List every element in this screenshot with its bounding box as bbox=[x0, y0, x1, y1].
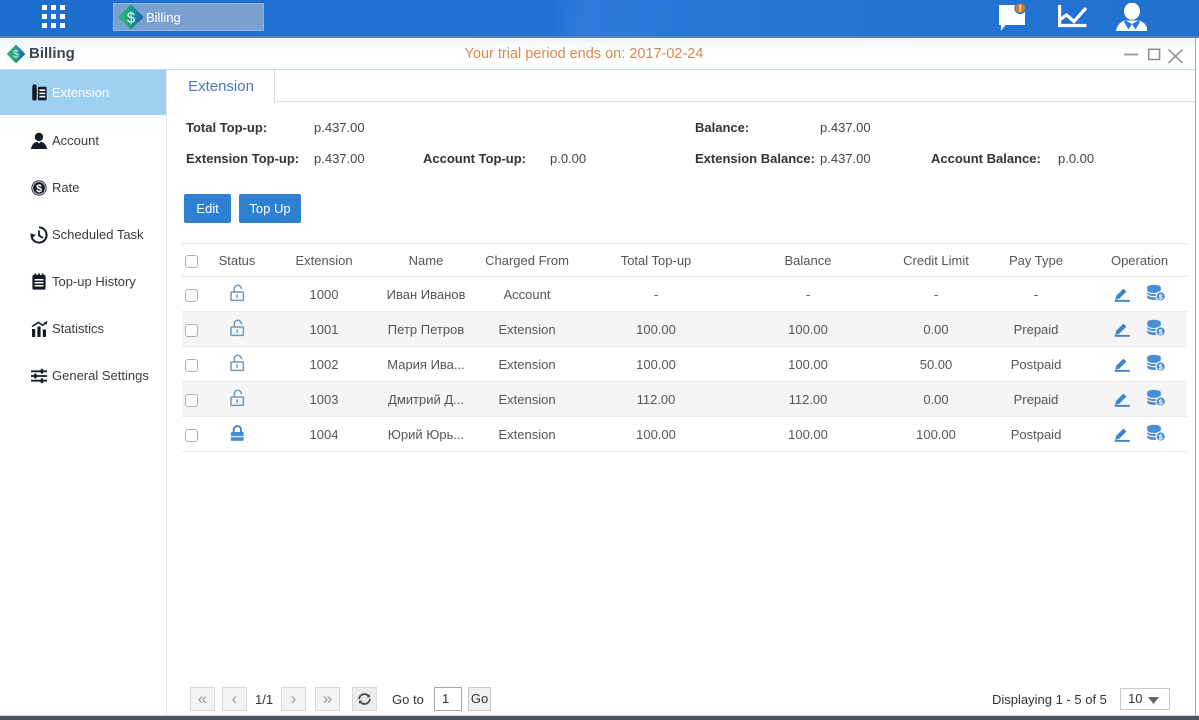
svg-text:!: ! bbox=[1019, 4, 1022, 14]
svg-text:$: $ bbox=[36, 183, 42, 195]
svg-text:$: $ bbox=[127, 9, 136, 26]
